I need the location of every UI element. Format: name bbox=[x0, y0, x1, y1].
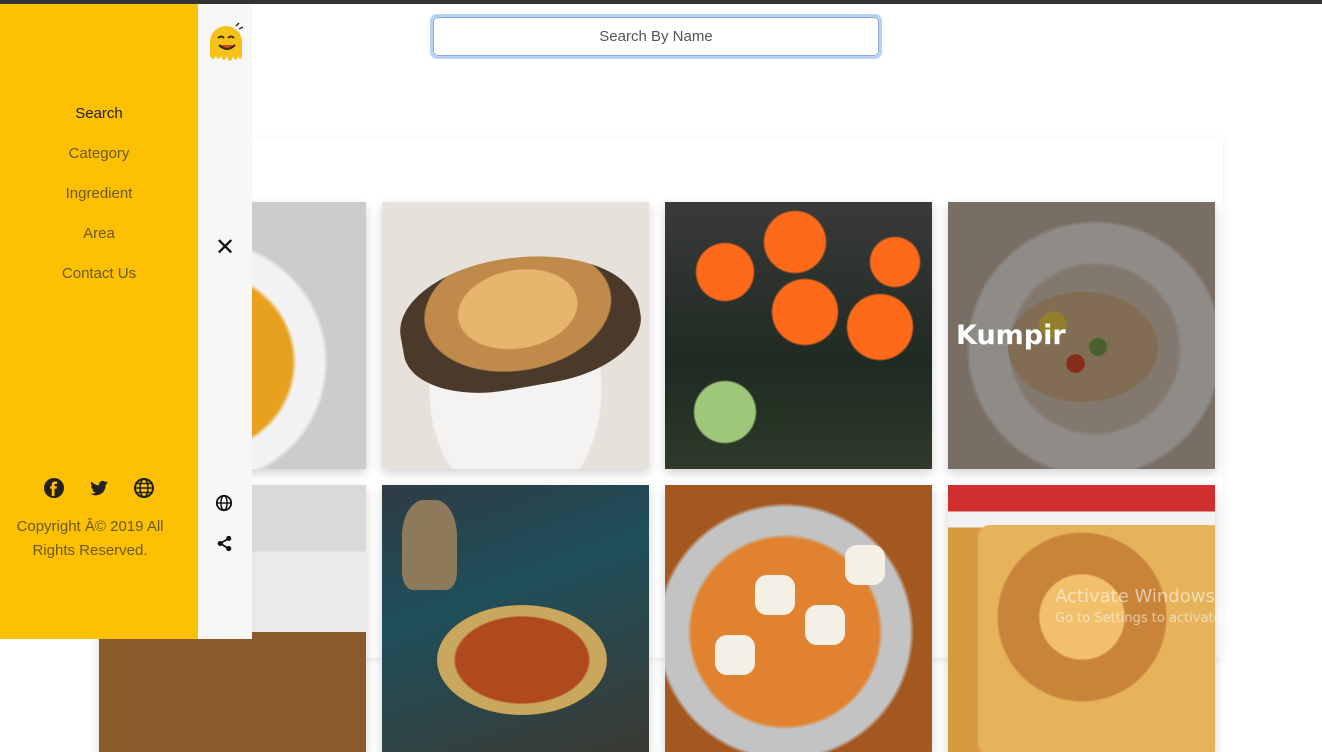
close-icon[interactable]: ✕ bbox=[215, 233, 235, 261]
sidebar-item-contact-us[interactable]: Contact Us bbox=[0, 264, 198, 304]
sidebar-item-area[interactable]: Area bbox=[0, 224, 198, 264]
watermark-subtitle: Go to Settings to activate Windows. bbox=[1055, 611, 1288, 626]
meal-image bbox=[665, 485, 932, 752]
meal-image bbox=[382, 485, 649, 752]
sidebar-item-ingredient[interactable]: Ingredient bbox=[0, 184, 198, 224]
watermark-title: Activate Windows bbox=[1055, 586, 1215, 607]
sidebar-nav: Search Category Ingredient Area Contact … bbox=[0, 104, 198, 304]
sidebar: Search Category Ingredient Area Contact … bbox=[0, 4, 198, 639]
search-box bbox=[430, 14, 882, 59]
meal-card-kumpir[interactable]: Kumpir bbox=[948, 202, 1215, 469]
meal-hover-overlay: Kumpir bbox=[948, 202, 1215, 469]
meal-image bbox=[382, 202, 649, 469]
meal-card[interactable] bbox=[665, 485, 932, 752]
globe-icon[interactable] bbox=[134, 478, 154, 498]
side-rail: ✕ bbox=[198, 4, 252, 639]
sidebar-item-search[interactable]: Search bbox=[0, 104, 198, 144]
facebook-icon[interactable] bbox=[44, 478, 64, 498]
globe-icon[interactable] bbox=[215, 494, 233, 512]
share-icon[interactable] bbox=[216, 535, 233, 552]
twitter-icon[interactable] bbox=[89, 478, 109, 498]
meal-card[interactable] bbox=[382, 485, 649, 752]
windows-activation-watermark: Activate Windows Go to Settings to activ… bbox=[1055, 586, 1288, 626]
meal-grid-card: Kumpir bbox=[99, 138, 1223, 752]
social-links bbox=[44, 478, 154, 498]
meal-title: Kumpir bbox=[956, 320, 1066, 351]
meal-card[interactable] bbox=[382, 202, 649, 469]
copyright-text: Copyright Â© 2019 All Rights Reserved. bbox=[16, 518, 164, 559]
sidebar-item-category[interactable]: Category bbox=[0, 144, 198, 184]
smiley-logo-icon[interactable] bbox=[206, 20, 246, 72]
meal-card[interactable] bbox=[665, 202, 932, 469]
search-input[interactable] bbox=[433, 17, 879, 56]
meal-image bbox=[665, 202, 932, 469]
